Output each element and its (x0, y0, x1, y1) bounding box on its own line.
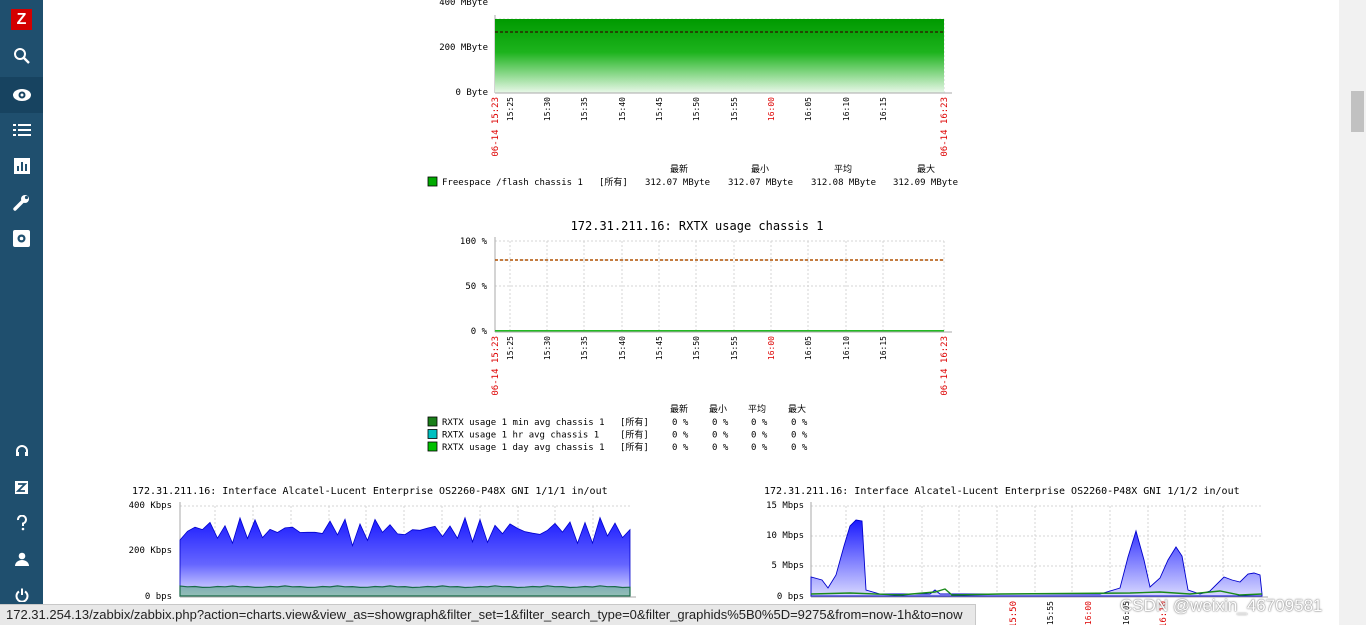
y-label: 0 Byte (455, 88, 488, 98)
time-label: 06-14 15:23 (491, 336, 501, 396)
time-label: 16:05 (804, 336, 813, 360)
time-label: 06-14 16:23 (940, 97, 950, 157)
time-label: 15:55 (730, 336, 739, 360)
y-label: 5 Mbps (771, 561, 804, 571)
time-label: 15:50 (1009, 601, 1019, 625)
legend-item-last: 312.07 MByte (645, 178, 710, 188)
legend-item-max: 0 % (791, 443, 808, 453)
legend-item-last: 0 % (672, 418, 689, 428)
y-label: 50 % (465, 282, 487, 292)
time-label: 15:25 (506, 97, 515, 121)
time-label: 15:35 (580, 97, 589, 121)
legend: 最新 最小 平均 最大 Freespace /flash chassis 1 [… (427, 163, 958, 188)
time-label: 16:00 (767, 336, 776, 360)
time-label: 15:40 (618, 336, 627, 360)
graphs-canvas: 400 MByte 200 MByte 0 Byte 06-14 15:23 15… (129, 0, 1268, 625)
legend-swatch (427, 176, 438, 187)
time-label: 15:55 (730, 97, 739, 121)
time-label: 16:15 (879, 336, 888, 360)
legend-item-name: RXTX usage 1 min avg chassis 1 (442, 418, 605, 428)
freespace-graph: 400 MByte 200 MByte 0 Byte 06-14 15:23 15… (427, 0, 958, 188)
legend-item-last: 0 % (672, 431, 689, 441)
legend-header: 最小 (709, 404, 727, 415)
time-label: 15:45 (655, 97, 664, 121)
time-label: 15:55 (1046, 601, 1055, 625)
y-label: 400 Kbps (129, 501, 172, 511)
y-label: 0 bps (777, 592, 804, 602)
legend-item-avg: 0 % (751, 443, 768, 453)
scrollbar-thumb[interactable] (1351, 91, 1364, 132)
interface-1-1-1-graph: 172.31.211.16: Interface Alcatel-Lucent … (129, 486, 636, 602)
browser-status-bar-url: 172.31.254.13/zabbix/zabbix.php?action=c… (0, 604, 976, 625)
legend-swatch (427, 441, 438, 452)
legend-swatch (427, 416, 438, 427)
legend-item-name: RXTX usage 1 hr avg chassis 1 (442, 431, 599, 441)
y-label: 100 % (460, 237, 488, 247)
legend-item-min: 0 % (712, 443, 729, 453)
y-label: 200 Kbps (129, 546, 172, 556)
inbound-traffic-area (810, 519, 1263, 597)
time-label: 15:35 (580, 336, 589, 360)
legend-item-scope: [所有] (620, 441, 649, 453)
time-label: 16:15 (879, 97, 888, 121)
legend-header: 最小 (751, 164, 769, 175)
legend-item-scope: [所有] (620, 416, 649, 428)
outbound-traffic-area (179, 585, 631, 597)
csdn-watermark: CSDN @weixin_46709581 (1120, 596, 1323, 615)
y-label: 400 MByte (439, 0, 488, 8)
rxtx-graph: 172.31.211.16: RXTX usage chassis 1 100 … (427, 219, 952, 453)
y-label: 200 MByte (439, 43, 488, 53)
legend-header: 最大 (788, 403, 806, 415)
y-label: 0 % (471, 327, 488, 337)
time-label: 16:05 (804, 97, 813, 121)
legend-item-last: 0 % (672, 443, 689, 453)
legend-header: 平均 (834, 163, 852, 175)
legend-item-scope: [所有] (599, 176, 628, 188)
time-label: 15:40 (618, 97, 627, 121)
graph-title: 172.31.211.16: Interface Alcatel-Lucent … (132, 486, 608, 497)
legend-item-min: 0 % (712, 431, 729, 441)
time-label: 16:10 (842, 336, 851, 360)
legend-header: 最新 (670, 163, 688, 175)
time-label: 15:30 (543, 97, 552, 121)
time-label: 06-14 15:23 (491, 97, 501, 157)
y-label: 15 Mbps (766, 501, 804, 511)
legend-item-scope: [所有] (620, 429, 649, 441)
time-label: 16:00 (767, 97, 776, 121)
legend-header: 最大 (917, 163, 935, 175)
graph-title: 172.31.211.16: RXTX usage chassis 1 (571, 219, 824, 233)
legend-item-max: 0 % (791, 418, 808, 428)
freespace-area (495, 19, 944, 93)
time-label: 15:30 (543, 336, 552, 360)
inbound-traffic-area (179, 516, 631, 597)
legend-item-avg: 312.08 MByte (811, 178, 876, 188)
graph-title: 172.31.211.16: Interface Alcatel-Lucent … (764, 486, 1240, 497)
y-label: 0 bps (145, 592, 172, 602)
legend-item-name: RXTX usage 1 day avg chassis 1 (442, 443, 605, 453)
legend-item-min: 0 % (712, 418, 729, 428)
legend-header: 最新 (670, 403, 688, 415)
time-label: 15:45 (655, 336, 664, 360)
legend-item-avg: 0 % (751, 418, 768, 428)
legend-swatch (427, 429, 438, 439)
time-label: 15:25 (506, 336, 515, 360)
legend: 最新 最小 平均 最大 RXTX usage 1 min avg chassis… (427, 403, 808, 453)
legend-item-max: 0 % (791, 431, 808, 441)
time-label: 06-14 16:23 (940, 336, 950, 396)
legend-header: 平均 (748, 403, 766, 415)
legend-item-avg: 0 % (751, 431, 768, 441)
time-label: 16:00 (1084, 601, 1093, 625)
time-label: 16:10 (842, 97, 851, 121)
y-label: 10 Mbps (766, 531, 804, 541)
legend-item-max: 312.09 MByte (893, 178, 958, 188)
time-label: 15:50 (692, 336, 701, 360)
legend-item-min: 312.07 MByte (728, 178, 793, 188)
legend-item-name: Freespace /flash chassis 1 (442, 178, 583, 188)
time-label: 15:50 (692, 97, 701, 121)
